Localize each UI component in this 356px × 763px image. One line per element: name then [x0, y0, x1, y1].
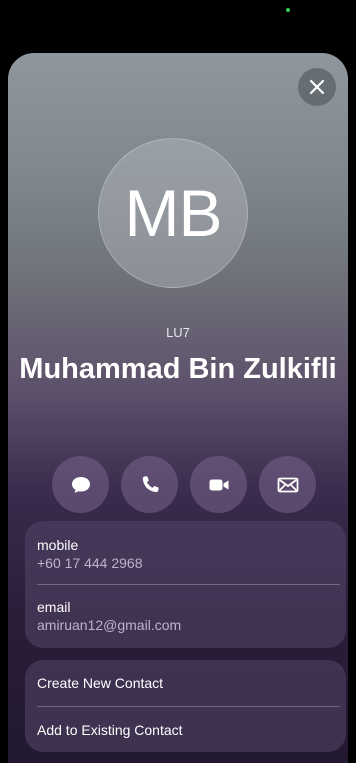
- contact-name-text: Muhammad Bin Zulkifli: [19, 353, 337, 385]
- action-buttons: [52, 456, 316, 513]
- contact-subtitle: LU7: [166, 325, 190, 340]
- call-button[interactable]: [121, 456, 178, 513]
- mobile-value[interactable]: +60 17 444 2968: [37, 555, 334, 571]
- close-button[interactable]: [298, 68, 336, 106]
- email-value[interactable]: amiruan12@gmail.com: [37, 617, 334, 633]
- email-row[interactable]: email amiruan12@gmail.com: [25, 585, 346, 633]
- contact-info-card: mobile +60 17 444 2968 email amiruan12@g…: [25, 521, 346, 648]
- avatar-initials: MB: [124, 176, 223, 250]
- message-button[interactable]: [52, 456, 109, 513]
- message-bubble-icon: [71, 476, 90, 493]
- envelope-icon: [277, 477, 298, 492]
- create-new-contact-button[interactable]: Create New Contact: [25, 660, 346, 706]
- contact-card-sheet: MB LU7 Muhammad Bin Zulkifli mobile +60 …: [8, 53, 348, 763]
- mail-button[interactable]: [259, 456, 316, 513]
- contact-links-card: Create New Contact Add to Existing Conta…: [25, 660, 346, 752]
- mobile-label: mobile: [37, 537, 79, 553]
- contact-name: Muhammad Bin Zulkifli: [8, 351, 348, 387]
- email-label: email: [37, 599, 71, 615]
- status-indicator-dot: [286, 8, 290, 12]
- video-camera-icon: [209, 479, 228, 490]
- mobile-row[interactable]: mobile +60 17 444 2968: [25, 521, 346, 584]
- avatar: MB: [98, 138, 248, 288]
- phone-icon: [142, 475, 159, 492]
- video-button[interactable]: [190, 456, 247, 513]
- add-to-existing-contact-button[interactable]: Add to Existing Contact: [25, 707, 346, 753]
- close-icon: [309, 79, 325, 95]
